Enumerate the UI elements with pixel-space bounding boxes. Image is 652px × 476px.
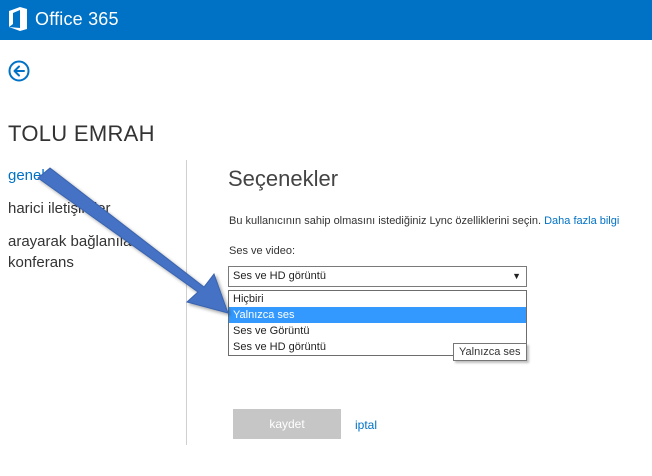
- option-audio-only[interactable]: Yalnızca ses: [229, 307, 526, 323]
- option-none[interactable]: Hiçbiri: [229, 291, 526, 307]
- option-audio-video[interactable]: Ses ve Görüntü: [229, 323, 526, 339]
- nav-item-general[interactable]: genel: [8, 165, 178, 186]
- more-info-link[interactable]: Daha fazla bilgi: [544, 215, 619, 227]
- nav-item-dial-in-conferencing[interactable]: arayarak bağlanılan konferans: [8, 231, 178, 273]
- top-bar: Office 365: [0, 0, 652, 40]
- chevron-down-icon: ▼: [512, 271, 521, 281]
- audio-video-label: Ses ve video:: [229, 245, 296, 257]
- nav-item-external-communications[interactable]: harici iletişimler: [8, 198, 178, 219]
- description-sentence: Bu kullanıcının sahip olmasını istediğin…: [229, 215, 542, 227]
- select-value: Ses ve HD görüntü: [233, 270, 326, 282]
- vertical-divider: [186, 160, 187, 445]
- brand[interactable]: Office 365: [7, 6, 119, 32]
- sidebar-nav: genel harici iletişimler arayarak bağlan…: [8, 165, 178, 273]
- back-button[interactable]: [8, 60, 30, 82]
- office-logo-icon: [9, 7, 27, 31]
- option-tooltip: Yalnızca ses: [453, 343, 527, 361]
- back-arrow-icon: [8, 60, 30, 82]
- section-title: Seçenekler: [228, 166, 339, 191]
- description-text: Bu kullanıcının sahip olmasını istediğin…: [229, 215, 619, 227]
- audio-video-select[interactable]: Ses ve HD görüntü ▼: [228, 266, 527, 287]
- save-button[interactable]: kaydet: [233, 409, 341, 439]
- brand-name: Office 365: [35, 8, 119, 29]
- user-display-name: TOLU EMRAH: [8, 121, 155, 146]
- cancel-link[interactable]: iptal: [355, 418, 377, 432]
